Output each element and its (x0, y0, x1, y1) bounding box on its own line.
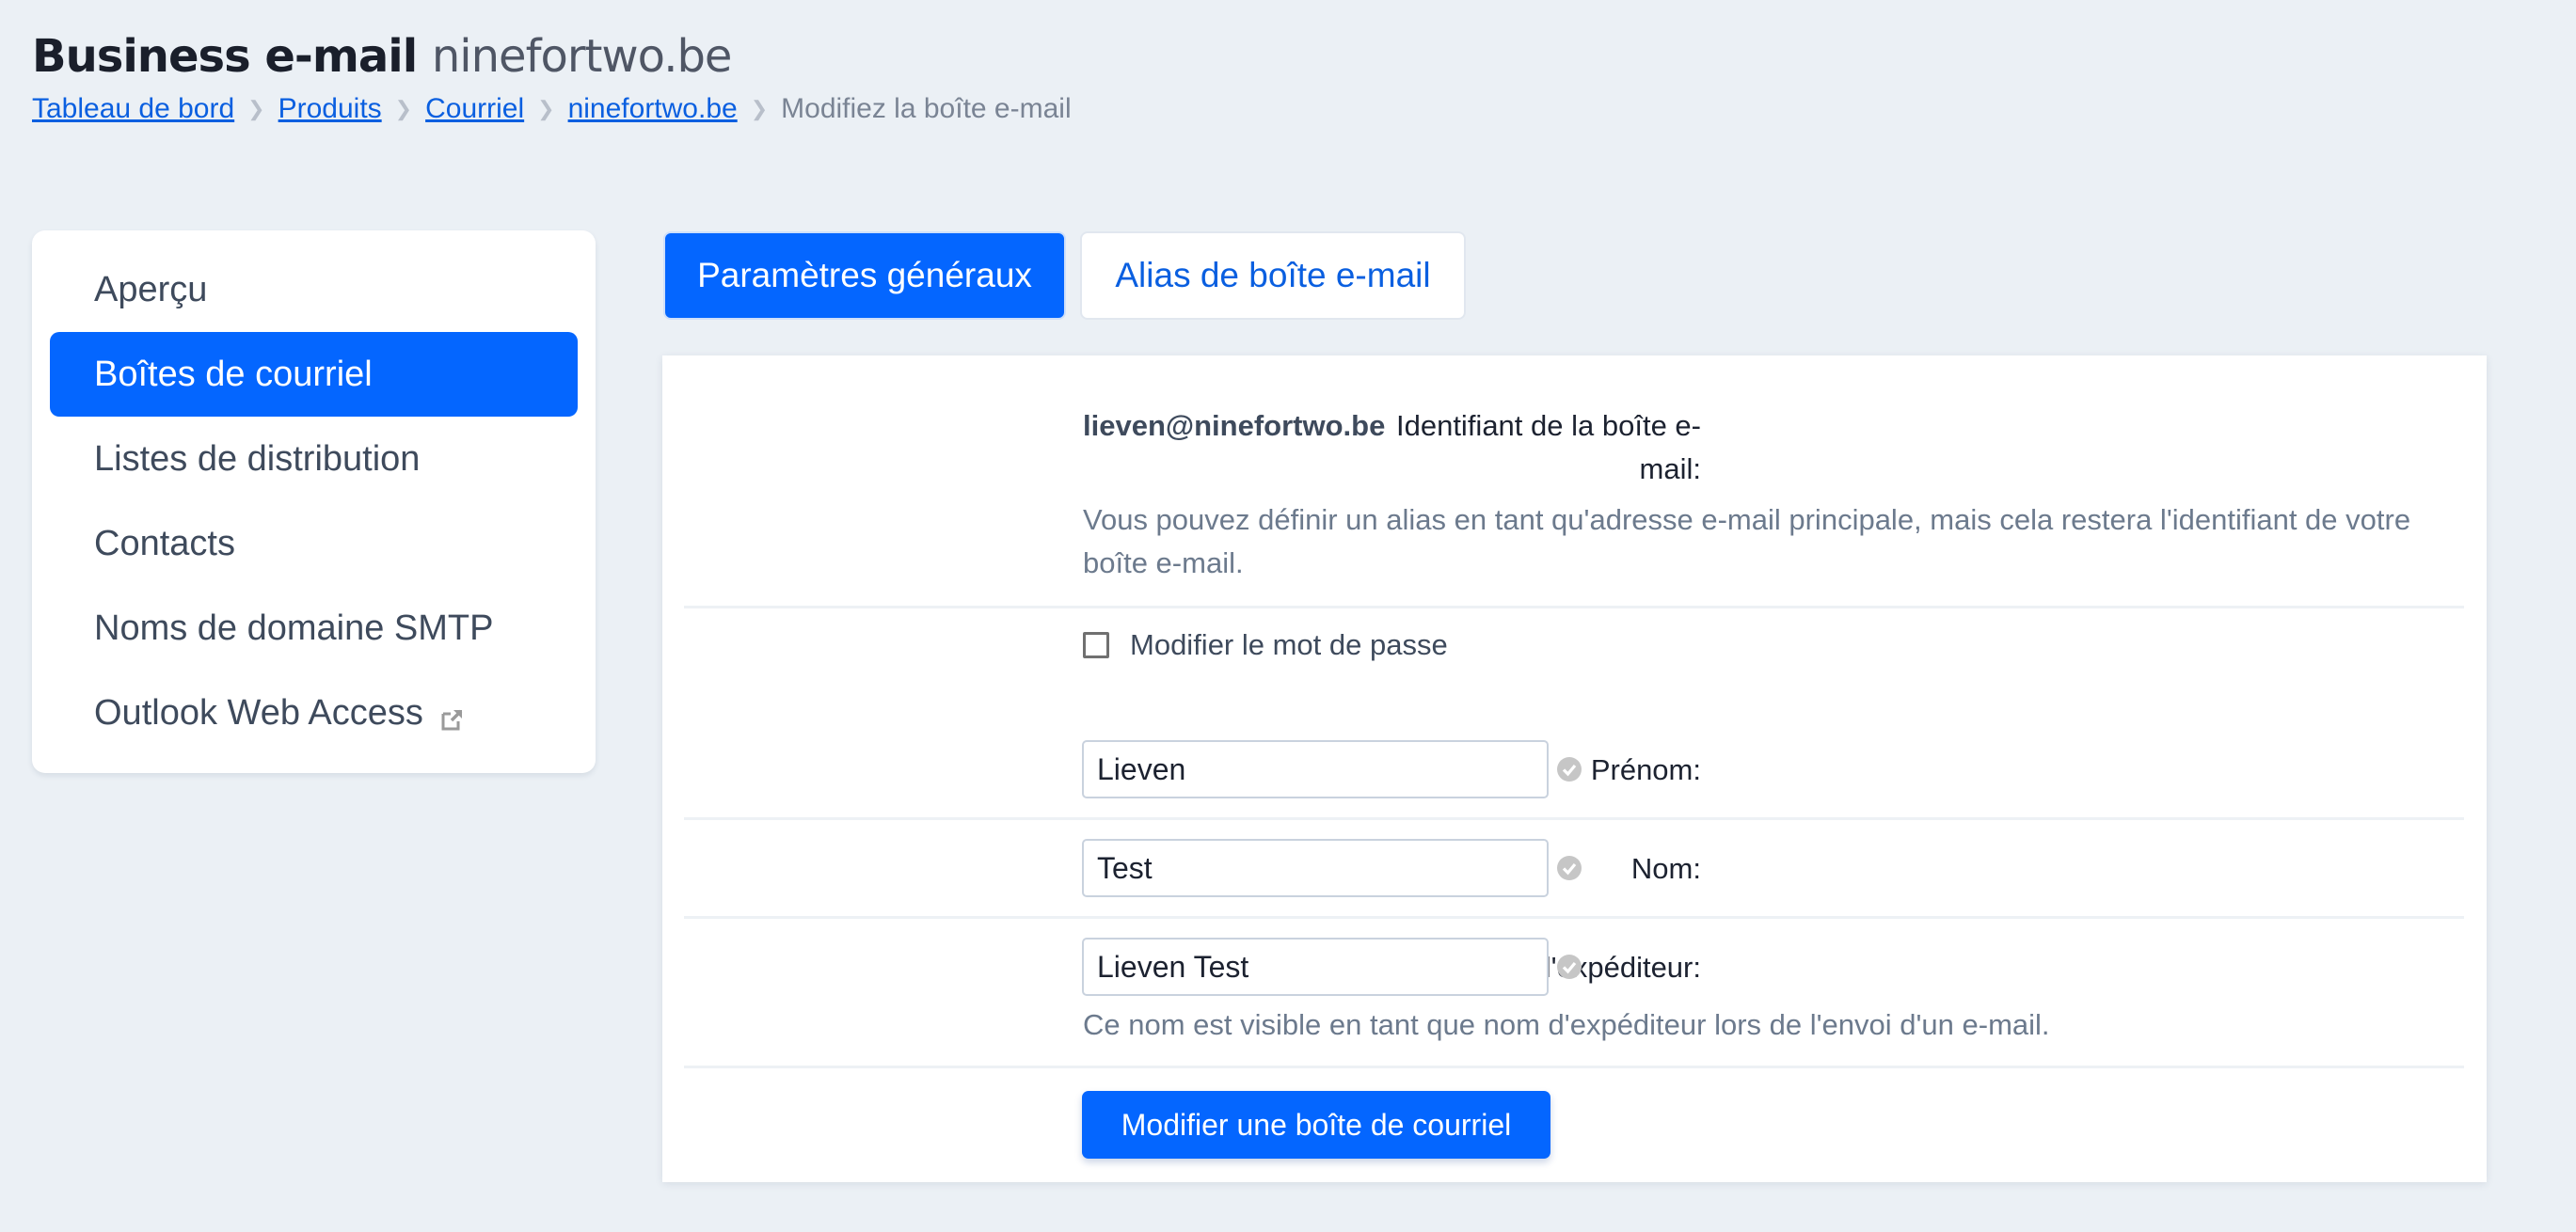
tab-label: Paramètres généraux (697, 256, 1032, 294)
sidebar-item-label: Boîtes de courriel (94, 354, 373, 394)
change-password-checkbox[interactable] (1083, 632, 1109, 658)
breadcrumb-link-domain[interactable]: ninefortwo.be (568, 90, 738, 128)
breadcrumb-link-dashboard[interactable]: Tableau de bord (32, 90, 234, 128)
breadcrumb-link-email[interactable]: Courriel (425, 90, 524, 128)
row-divider (684, 817, 2464, 820)
sidebar-item-contacts[interactable]: Contacts (50, 501, 578, 586)
sidebar-item-distribution-lists[interactable]: Listes de distribution (50, 417, 578, 501)
breadcrumb-current: Modifiez la boîte e-mail (781, 93, 1072, 124)
check-circle-icon (1556, 756, 1582, 782)
sidebar-item-label: Aperçu (94, 269, 208, 309)
tab-label: Alias de boîte e-mail (1115, 256, 1431, 294)
sidebar-item-outlook-web-access[interactable]: Outlook Web Access (50, 671, 578, 755)
sidebar-item-label: Listes de distribution (94, 438, 421, 479)
breadcrumb-link-products[interactable]: Produits (278, 90, 382, 128)
sender-name-input[interactable] (1082, 938, 1549, 996)
first-name-input[interactable] (1082, 740, 1549, 798)
row-divider (684, 916, 2464, 919)
check-circle-icon (1556, 855, 1582, 881)
identifier-label-line: Identifiant de la boîte e- (1395, 409, 1701, 442)
breadcrumb-separator-icon: ❯ (750, 97, 769, 120)
first-name-label: Prénom: (1590, 753, 1701, 786)
page-title-domain: ninefortwo.be (431, 30, 733, 83)
change-password-label: Modifier le mot de passe (1130, 628, 1448, 661)
sidebar-item-smtp-domains[interactable]: Noms de domaine SMTP (50, 586, 578, 671)
last-name-label: Nom: (1630, 852, 1701, 885)
identifier-value: lieven@ninefortwo.be (1083, 409, 1386, 442)
breadcrumb-separator-icon: ❯ (394, 97, 413, 120)
sidebar-item-mailboxes[interactable]: Boîtes de courriel (50, 332, 578, 417)
sidebar-item-label: Outlook Web Access (94, 692, 423, 733)
sidebar-item-label: Noms de domaine SMTP (94, 608, 494, 648)
row-divider (684, 1066, 2464, 1068)
page-title: Business e-mail ninefortwo.be (32, 26, 733, 87)
sidebar-item-label: Contacts (94, 523, 235, 563)
breadcrumb: Tableau de bord ❯ Produits ❯ Courriel ❯ … (32, 90, 1072, 128)
breadcrumb-separator-icon: ❯ (247, 97, 265, 120)
sender-name-help-text: Ce nom est visible en tant que nom d'exp… (1083, 1008, 2050, 1041)
change-password-option[interactable]: Modifier le mot de passe (1083, 628, 1448, 662)
page-title-product: Business e-mail (32, 30, 418, 83)
page: Business e-mail ninefortwo.be Tableau de… (0, 0, 2576, 1232)
check-circle-icon (1556, 954, 1582, 980)
mailbox-settings-form: Identifiant de la boîte e- mail: lieven@… (662, 355, 2487, 1182)
identifier-label-line: mail: (1639, 452, 1701, 485)
last-name-input[interactable] (1082, 839, 1549, 897)
external-link-icon (440, 701, 465, 731)
modify-mailbox-button[interactable]: Modifier une boîte de courriel (1082, 1091, 1550, 1159)
sidebar-item-overview[interactable]: Aperçu (50, 247, 578, 332)
row-divider (684, 606, 2464, 608)
tab-mailbox-aliases[interactable]: Alias de boîte e-mail (1080, 231, 1466, 320)
breadcrumb-separator-icon: ❯ (537, 97, 555, 120)
tab-general-settings[interactable]: Paramètres généraux (663, 231, 1066, 320)
identifier-help-text: Vous pouvez définir un alias en tant qu'… (1083, 503, 2411, 579)
identifier-label: Identifiant de la boîte e- mail: (1396, 404, 1701, 491)
sidebar: Aperçu Boîtes de courriel Listes de dist… (32, 230, 596, 773)
